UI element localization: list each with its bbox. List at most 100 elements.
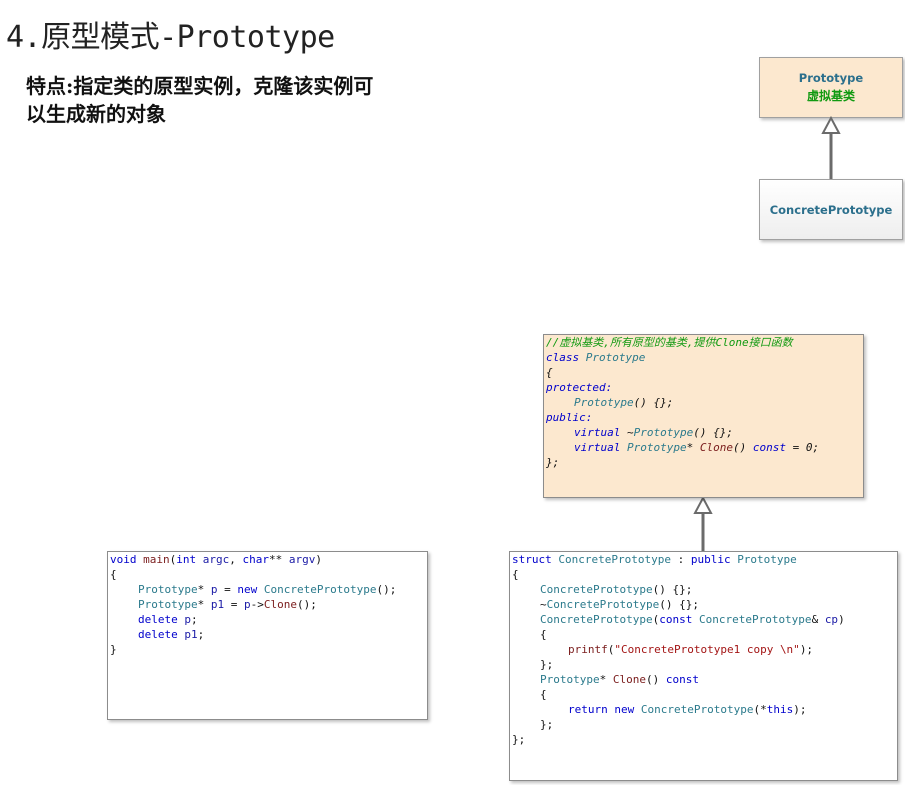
code-token: { [512,568,519,581]
code-token: const [665,673,699,686]
code-token: Prototype [626,441,687,454]
code-line: Prototype() {}; [546,395,861,410]
code-token: }; [540,658,554,671]
code-token: ); [793,703,807,716]
code-token: public: [546,411,593,424]
code-token: cp [824,613,839,626]
code-token: Prototype [574,396,634,409]
code-token: const [752,441,786,454]
code-token: = [217,583,238,596]
code-token: ; [190,613,198,626]
code-token: Clone [612,673,646,686]
code-line: public: [546,410,861,425]
code-line: Prototype* Clone() const [512,672,895,687]
code-token: ~ [540,598,547,611]
prototype-declaration-code: //虚拟基类,所有原型的基类,提供Clone接口函数 class Prototyp… [543,334,864,498]
code-token: ** [269,553,289,566]
code-token: ) [838,613,845,626]
code-token: "ConcretePrototype1 copy \n" [614,643,800,656]
code-token: Clone [263,598,297,611]
code-token: ); [799,643,814,656]
code-line: delete p1; [110,627,425,642]
code-line: ~ConcretePrototype() {}; [512,597,895,612]
code-token: () {}; [659,598,699,611]
code-token: (); [296,598,317,611]
code-token: Prototype [737,553,797,566]
code-token: * [599,673,613,686]
code-line: Prototype* p = new ConcretePrototype(); [110,582,425,597]
code-token: const [659,613,699,626]
code-line: { [512,567,895,582]
code-token: ConcretePrototype [640,703,754,716]
code-token: }; [546,456,560,469]
code-line: { [110,567,425,582]
code-token: this [766,703,794,716]
code-token: public [690,553,738,566]
code-token: { [540,628,547,641]
code-token: () [645,673,666,686]
code-token: (* [753,703,767,716]
code-token: new [237,583,264,596]
code-token: char [242,553,270,566]
code-token: //虚拟基类,所有原型的基类,提供Clone接口函数 [546,336,793,349]
code-token: } [110,643,117,656]
code-token: class [546,351,586,364]
code-line: struct ConcretePrototype : public Protot… [512,552,895,567]
code-token: ConcretePrototype [558,553,671,566]
code-token: * [197,583,211,596]
code-line: protected: [546,380,861,395]
code-token: ConcretePrototype [546,598,660,611]
code-line: { [512,627,895,642]
code-token: -> [250,598,264,611]
code-line: virtual Prototype* Clone() const = 0; [546,440,861,455]
code-token: Clone [699,441,733,454]
code-line: }; [512,717,895,732]
code-token: struct [512,553,559,566]
code-token: Prototype [138,598,198,611]
code-token: , [229,553,243,566]
code-token: ; [197,628,205,641]
code-token: (); [376,583,397,596]
uml-inheritance-arrow [821,115,841,179]
code-token: delete [138,613,185,626]
code-line: Prototype* p1 = p->Clone(); [110,597,425,612]
code-token: ~ [626,426,634,439]
main-function-code: void main(int argc, char** argv){Prototy… [107,551,428,720]
code-token: p [243,598,251,611]
code-token: { [540,688,547,701]
code-line: { [512,687,895,702]
code-line: }; [512,732,895,747]
code-token: p1 [210,598,225,611]
code-token: virtual [574,441,627,454]
code-token: Prototype [633,426,694,439]
code-token: protected: [546,381,613,394]
code-token: () {}; [693,426,733,439]
code-token: return [568,703,615,716]
code-token: & [811,613,825,626]
code-token: () [732,441,753,454]
code-token: () {}; [633,396,674,409]
code-line: }; [512,657,895,672]
code-line: void main(int argc, char** argv) [110,552,425,567]
code-token: new [614,703,641,716]
code-line: { [546,365,861,380]
code-token: argc [202,553,230,566]
code-line: } [110,642,425,657]
code-token: ) [315,553,322,566]
code-token: delete [138,628,185,641]
code-line: return new ConcretePrototype(*this); [512,702,895,717]
code-token: Prototype [585,351,646,364]
code-token: { [110,568,117,581]
code-token: Prototype [540,673,600,686]
code-token: main [143,553,170,566]
code-token: ConcretePrototype [698,613,812,626]
code-token: p [184,613,191,626]
code-token: p1 [184,628,198,641]
code-token: ConcretePrototype [540,583,653,596]
code-token: : [670,553,691,566]
code-line: delete p; [110,612,425,627]
code-line: virtual ~Prototype() {}; [546,425,861,440]
code-token: ConcretePrototype [263,583,377,596]
code-line: ConcretePrototype() {}; [512,582,895,597]
concrete-implementation-code: struct ConcretePrototype : public Protot… [509,551,898,781]
